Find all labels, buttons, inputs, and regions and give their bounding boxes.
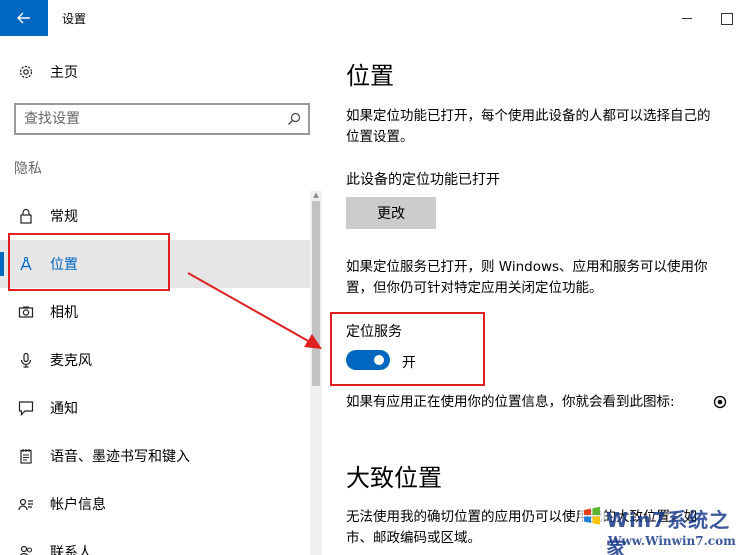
sidebar-item-camera[interactable]: 相机 [0, 288, 310, 336]
notepad-icon [16, 446, 36, 466]
windows-logo-icon [579, 503, 605, 529]
sidebar-item-notifications[interactable]: 通知 [0, 384, 310, 432]
arrow-left-icon [17, 12, 30, 24]
approx-location-title: 大致位置 [346, 464, 442, 492]
sidebar: 主页 隐私 常规 位置 相机 麦克风 通知 [0, 36, 324, 555]
sidebar-item-home[interactable]: 主页 [0, 48, 310, 96]
search-input[interactable] [24, 110, 274, 128]
service-description-line1: 如果定位服务已打开，则 Windows、应用和服务可以使用你 [346, 259, 708, 275]
sidebar-item-contacts[interactable]: 联系人 [0, 528, 310, 555]
device-location-status: 此设备的定位功能已打开 [346, 172, 500, 188]
window-title: 设置 [62, 12, 87, 26]
search-icon[interactable] [286, 111, 302, 127]
chat-icon [16, 398, 36, 418]
sidebar-item-label: 帐户信息 [50, 497, 106, 513]
page-title: 位置 [346, 62, 394, 90]
intro-text-line2: 位置设置。 [346, 129, 414, 145]
highlight-box-location-service [330, 312, 485, 386]
sidebar-item-label: 相机 [50, 305, 78, 321]
sidebar-scrollbar[interactable]: ▲ [310, 191, 322, 555]
section-label: 隐私 [14, 161, 42, 177]
change-button[interactable]: 更改 [346, 197, 436, 229]
sidebar-item-account-info[interactable]: 帐户信息 [0, 480, 310, 528]
people-icon [16, 542, 36, 555]
maximize-button[interactable] [712, 6, 740, 30]
sidebar-item-label: 常规 [50, 209, 78, 225]
watermark-url: Www.Winwin7.com [608, 534, 736, 548]
sidebar-item-microphone[interactable]: 麦克风 [0, 336, 310, 384]
sidebar-item-label: 麦克风 [50, 353, 92, 369]
main-content: 位置 如果定位功能已打开，每个使用此设备的人都可以选择自己的 位置设置。 此设备… [324, 36, 740, 555]
back-button[interactable] [0, 0, 48, 36]
lock-icon [16, 206, 36, 226]
minimize-button[interactable] [672, 6, 702, 30]
selection-indicator [0, 252, 4, 276]
sidebar-item-label: 通知 [50, 401, 78, 417]
search-box[interactable] [14, 103, 310, 135]
camera-icon [16, 302, 36, 322]
highlight-box-location-item [8, 233, 170, 291]
location-indicator-icon [713, 395, 727, 409]
contact-icon [16, 494, 36, 514]
sidebar-item-label: 联系人 [50, 545, 92, 555]
sidebar-item-label: 语音、墨迹书写和键入 [50, 449, 190, 465]
scrollbar-thumb[interactable] [312, 201, 320, 386]
service-description-line2: 置，但你仍可针对特定应用关闭定位功能。 [346, 280, 603, 296]
gear-icon [16, 62, 36, 82]
watermark: Win7系统之家 Www.Winwin7.com [574, 500, 740, 555]
title-bar: 设置 [0, 0, 740, 36]
scroll-up-icon[interactable]: ▲ [312, 191, 320, 199]
sidebar-item-speech[interactable]: 语音、墨迹书写和键入 [0, 432, 310, 480]
intro-text-line1: 如果定位功能已打开，每个使用此设备的人都可以选择自己的 [346, 108, 711, 124]
microphone-icon [16, 350, 36, 370]
indicator-note: 如果有应用正在使用你的位置信息，你就会看到此图标: [346, 394, 675, 410]
sidebar-item-label: 主页 [50, 65, 78, 81]
